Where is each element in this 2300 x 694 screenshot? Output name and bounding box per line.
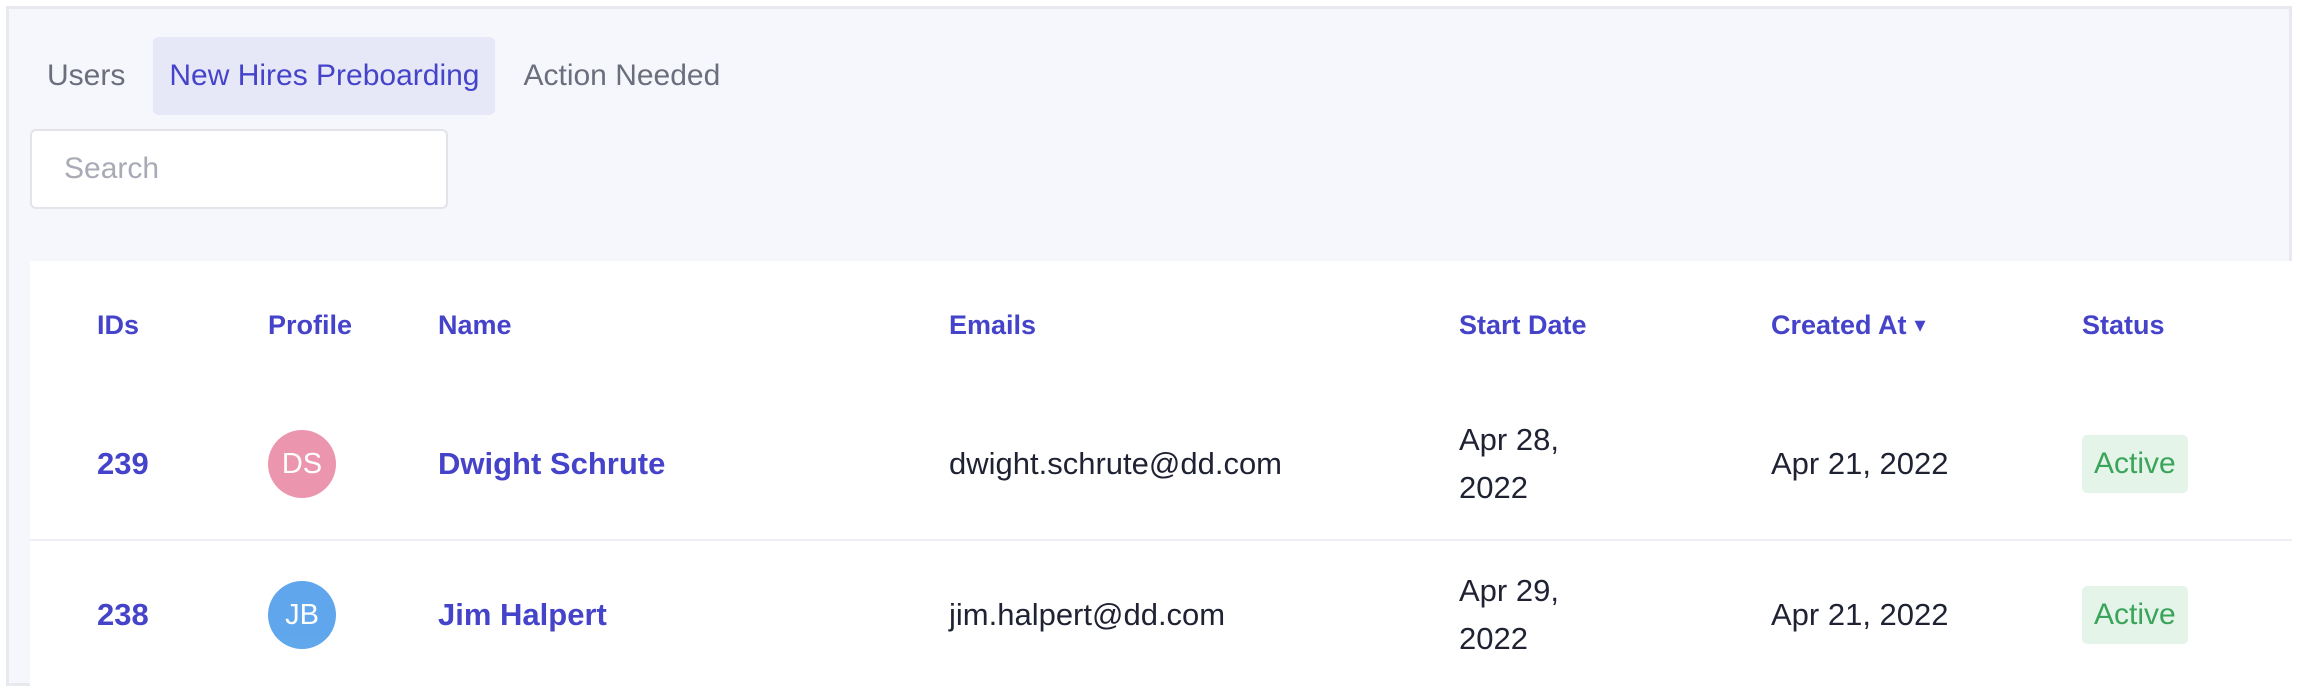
user-email: jim.halpert@dd.com [949,597,1226,632]
column-header-ids[interactable]: IDs [97,261,139,389]
sort-descending-icon: ▾ [1914,312,1926,337]
start-date: Apr 29, 2022 [1459,573,1559,656]
column-header-name[interactable]: Name [438,261,512,389]
tab-new-hires-preboarding[interactable]: New Hires Preboarding [153,37,496,115]
tab-bar: Users New Hires Preboarding Action Neede… [31,37,748,115]
user-email: dwight.schrute@dd.com [949,446,1283,481]
search-input[interactable] [62,151,416,187]
created-at: Apr 21, 2022 [1771,597,1949,632]
column-header-created-at-label: Created At [1771,309,1907,340]
user-name-link[interactable]: Jim Halpert [438,597,607,633]
column-header-status[interactable]: Status [2082,261,2165,389]
users-panel: Users New Hires Preboarding Action Neede… [6,6,2292,689]
created-at: Apr 21, 2022 [1771,446,1949,481]
search-field[interactable] [30,129,448,209]
tab-users[interactable]: Users [31,37,141,115]
status-badge: Active [2082,435,2188,493]
users-table: IDs Profile Name Emails Start Date Creat… [30,261,2292,689]
column-header-profile[interactable]: Profile [268,261,352,389]
start-date: Apr 28, 2022 [1459,422,1559,505]
user-name-link[interactable]: Dwight Schrute [438,446,665,482]
avatar: JB [268,581,336,649]
status-badge: Active [2082,586,2188,644]
column-header-start-date[interactable]: Start Date [1459,261,1619,389]
user-id-link[interactable]: 238 [97,597,149,633]
avatar: DS [268,430,336,498]
column-header-emails[interactable]: Emails [949,261,1036,389]
user-id-link[interactable]: 239 [97,446,149,482]
table-header-row: IDs Profile Name Emails Start Date Creat… [30,261,2292,389]
tab-action-needed[interactable]: Action Needed [507,37,736,115]
table-row[interactable]: 238 JB Jim Halpert jim.halpert@dd.com Ap… [30,541,2292,689]
table-row[interactable]: 239 DS Dwight Schrute dwight.schrute@dd.… [30,389,2292,541]
column-header-created-at[interactable]: Created At ▾ [1771,261,1926,389]
